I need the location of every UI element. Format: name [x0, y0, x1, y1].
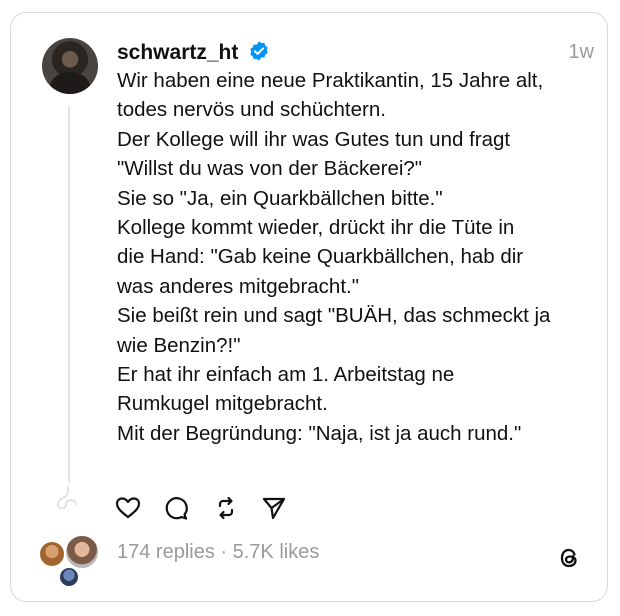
replier-avatars[interactable] [38, 534, 102, 590]
post-line: Rumkugel mitgebracht. [117, 392, 328, 416]
post-line: Der Kollege will ihr was Gutes tun und f… [117, 127, 511, 151]
post-body: Wir haben eine neue Praktikantin, 15 Jah… [117, 66, 595, 448]
author-avatar[interactable] [42, 38, 98, 94]
send-icon[interactable] [260, 494, 288, 522]
post-time: 1w [568, 41, 594, 63]
thread-line [68, 106, 70, 482]
post-line: "Willst du was von der Bäckerei?" [117, 157, 423, 181]
post-line: Sie beißt rein und sagt "BUÄH, das schme… [117, 304, 551, 328]
action-bar [114, 494, 294, 522]
post-line: Sie so "Ja, ein Quarkbällchen bitte." [117, 186, 443, 210]
post-line: was anderes mitgebracht." [117, 274, 360, 298]
post-line: Mit der Begründung: "Naja, ist ja auch r… [117, 421, 522, 445]
repost-icon[interactable] [212, 494, 240, 522]
comment-icon[interactable] [162, 494, 190, 522]
post-stats[interactable]: 174 replies · 5.7K likes [117, 541, 319, 564]
verified-badge-icon [250, 41, 268, 61]
author-username[interactable]: schwartz_ht [117, 41, 238, 65]
avatar [38, 540, 66, 568]
heart-icon[interactable] [114, 494, 142, 522]
post-line: die Hand: "Gab keine Quarkbällchen, hab … [117, 245, 524, 269]
avatar [58, 566, 80, 588]
post-line: Kollege kommt wieder, drückt ihr die Tüt… [117, 216, 515, 240]
post-line: Wir haben eine neue Praktikantin, 15 Jah… [117, 69, 544, 92]
post-line: wie Benzin?!" [117, 333, 241, 357]
threads-logo-icon[interactable] [556, 545, 582, 571]
avatar [64, 534, 100, 570]
post-line: todes nervös und schüchtern. [117, 98, 386, 122]
thread-loop-icon [56, 486, 77, 510]
post-line: Er hat ihr einfach am 1. Arbeitstag ne [117, 363, 455, 387]
